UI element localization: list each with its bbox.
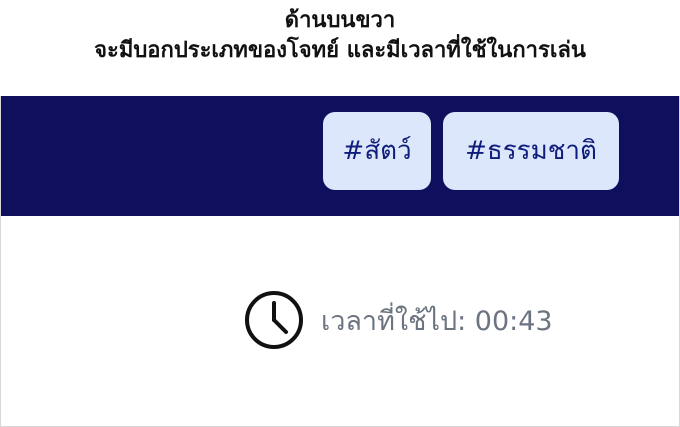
caption: ด้านบนขวา จะมีบอกประเภทของโจทย์ และมีเวล…: [0, 0, 680, 92]
caption-line-1: ด้านบนขวา: [284, 8, 396, 33]
elapsed-time-label: เวลาที่ใช้ไป: 00:43: [321, 305, 553, 337]
category-tag-animal[interactable]: #สัตว์: [323, 112, 431, 190]
game-panel: #สัตว์ #ธรรมชาติ เวลาที่ใช้ไป: 00:43: [0, 96, 680, 427]
elapsed-time: เวลาที่ใช้ไป: 00:43: [239, 284, 553, 356]
game-header-bar: #สัตว์ #ธรรมชาติ: [1, 96, 679, 216]
tutorial-page: ด้านบนขวา จะมีบอกประเภทของโจทย์ และมีเวล…: [0, 0, 680, 427]
caption-line-2: จะมีบอกประเภทของโจทย์ และมีเวลาที่ใช้ในก…: [94, 38, 586, 63]
clock-icon: [245, 291, 303, 349]
category-tag-nature[interactable]: #ธรรมชาติ: [443, 112, 619, 190]
